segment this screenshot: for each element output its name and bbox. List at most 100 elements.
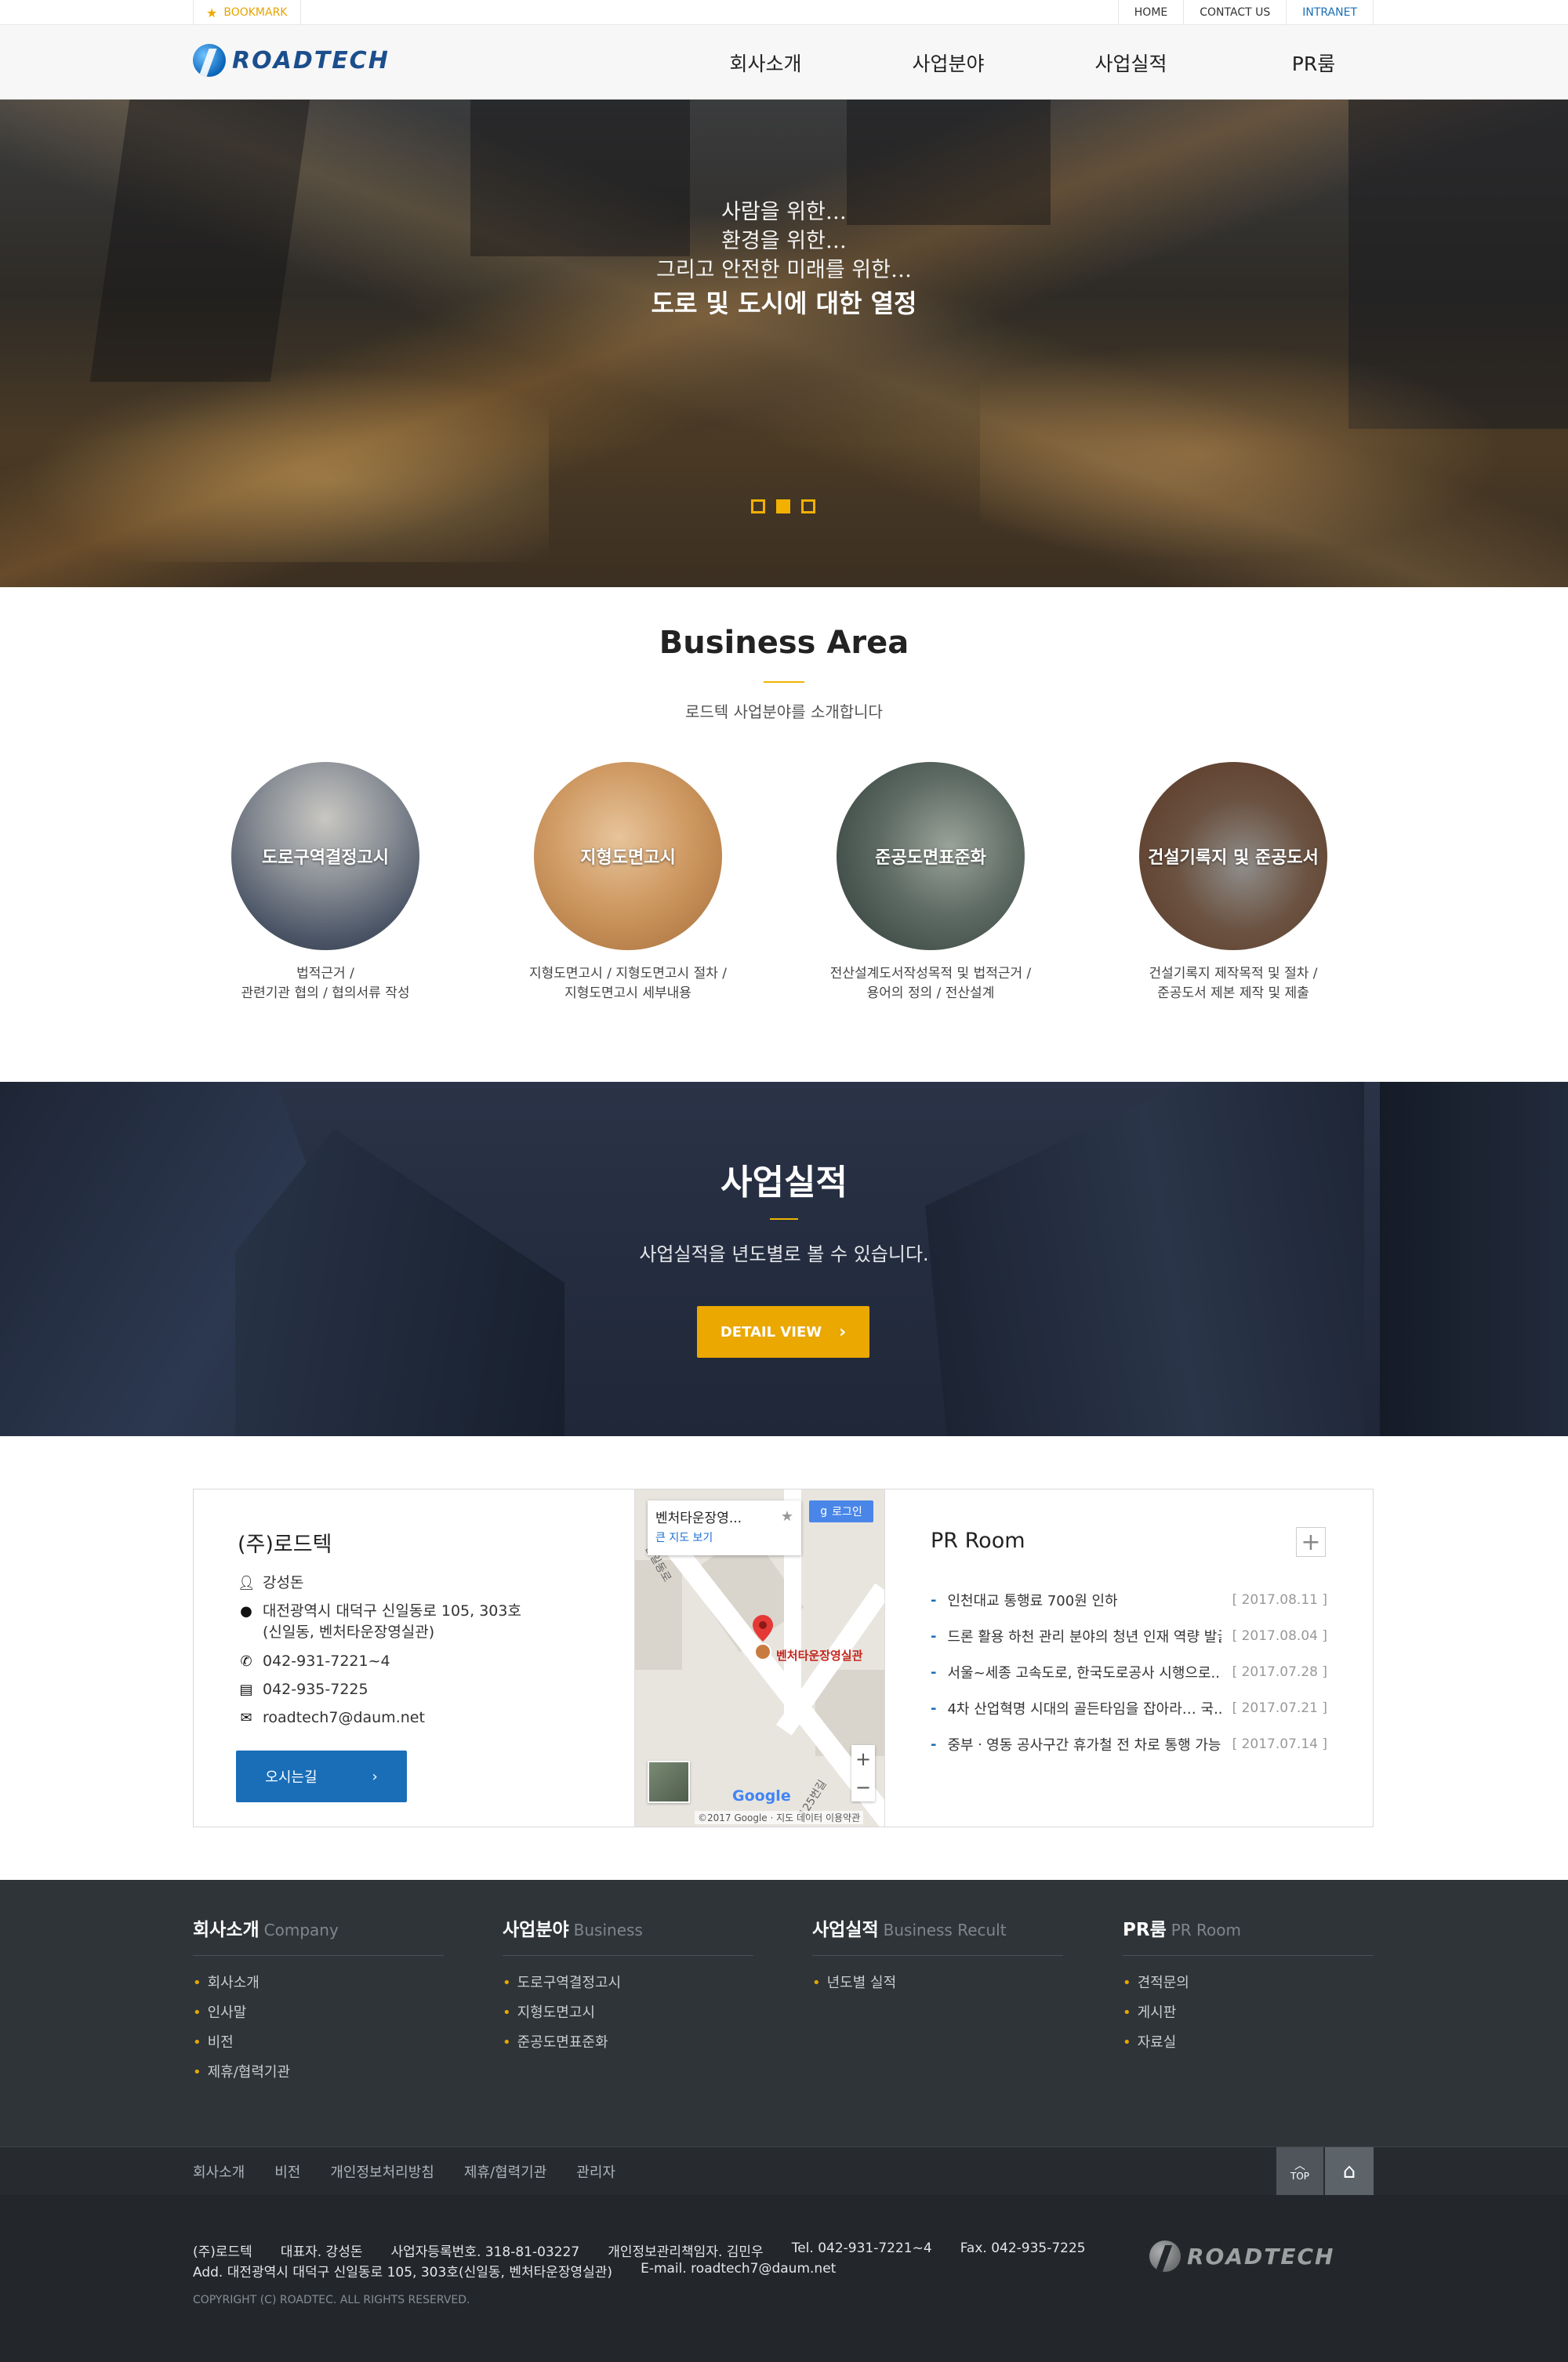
footer-nav-company[interactable]: 회사소개 xyxy=(193,2161,245,2182)
footer-link[interactable]: 년도별 실적 xyxy=(812,1968,1063,1998)
nav-item-performance[interactable]: 사업실적 xyxy=(1040,25,1222,100)
person-icon: 👤︎ xyxy=(238,1575,256,1591)
footer-info-text: E-mail. roadtech7@daum.net xyxy=(641,2261,837,2277)
footer-col-business: 사업분야Business 도로구역결정고시 지형도면고시 준공도면표준화 xyxy=(503,1914,753,2058)
chevron-up-icon: ︿ xyxy=(1294,2160,1305,2172)
footer-nav-admin[interactable]: 관리자 xyxy=(576,2161,615,2182)
news-item[interactable]: - 중부ㆍ영동 공사구간 휴가철 전 차로 통행 가능 [ 2017.07.14 ] xyxy=(931,1726,1327,1762)
business-area-section: Business Area 로드텍 사업분야를 소개합니다 도로구역결정고시 법… xyxy=(0,587,1568,1082)
performance-subtitle: 사업실적을 년도별로 볼 수 있습니다. xyxy=(639,1243,929,1265)
desc-line: 전산설계도서작성목적 및 법적근거 / xyxy=(829,966,1032,981)
business-item-desc: 전산설계도서작성목적 및 법적근거 / 용어의 정의 / 전산설계 xyxy=(779,964,1082,1003)
footer-link[interactable]: 제휴/협력기관 xyxy=(193,2058,444,2088)
desc-line: 건설기록지 제작목적 및 절차 / xyxy=(1149,966,1318,981)
footer-nav-partners[interactable]: 제휴/협력기관 xyxy=(464,2161,546,2182)
home-icon: ⌂ xyxy=(1342,2160,1356,2183)
map-login-button[interactable]: g 로그인 xyxy=(809,1500,873,1522)
directions-button[interactable]: 오시는길 › xyxy=(236,1751,407,1802)
desc-line: 준공도서 제본 제작 및 제출 xyxy=(1157,985,1309,1001)
nav-item-company[interactable]: 회사소개 xyxy=(674,25,857,100)
contact-us-link[interactable]: CONTACT US xyxy=(1183,0,1286,25)
business-item-image: 준공도면표준화 xyxy=(837,762,1025,950)
utility-links: HOME CONTACT US INTRANET xyxy=(1117,0,1374,25)
logo-mark-icon xyxy=(193,44,226,77)
home-button[interactable]: ⌂ xyxy=(1325,2147,1374,2196)
utility-bar: ★ BOOKMARK HOME CONTACT US INTRANET xyxy=(0,0,1568,25)
performance-section: 사업실적 사업실적을 년도별로 볼 수 있습니다. DETAIL VIEW › xyxy=(0,1082,1568,1436)
footer-link[interactable]: 지형도면고시 xyxy=(503,1998,753,2028)
footer-link[interactable]: 도로구역결정고시 xyxy=(503,1968,753,1998)
site-logo[interactable]: ROADTECH xyxy=(193,44,390,77)
footer-nav-vision[interactable]: 비전 xyxy=(274,2161,300,2182)
map-zoom-control: + − xyxy=(851,1745,875,1801)
map-bigger-link[interactable]: 큰 지도 보기 xyxy=(655,1529,793,1545)
map-satellite-toggle[interactable] xyxy=(648,1761,690,1803)
news-date: [ 2017.07.28 ] xyxy=(1232,1664,1327,1680)
business-item-image: 지형도면고시 xyxy=(534,762,722,950)
nav-item-business[interactable]: 사업분야 xyxy=(857,25,1040,100)
pr-more-button[interactable]: + xyxy=(1296,1527,1326,1557)
footer-nav: 회사소개 비전 개인정보처리방침 제휴/협력기관 관리자 ︿ TOP ⌂ xyxy=(0,2146,1568,2196)
phone-icon: ✆ xyxy=(240,1653,252,1670)
footer-link[interactable]: 자료실 xyxy=(1123,2028,1374,2058)
map-login-label: 로그인 xyxy=(832,1506,862,1518)
company-fax: 042-935-7225 xyxy=(263,1681,368,1698)
footer-copyright: COPYRIGHT (C) ROADTEC. ALL RIGHTS RESERV… xyxy=(193,2294,470,2306)
slider-dot-1[interactable] xyxy=(751,499,765,513)
footer-link[interactable]: 게시판 xyxy=(1123,1998,1374,2028)
footer-col-performance: 사업실적Business Recult 년도별 실적 xyxy=(812,1914,1063,1998)
bookmark-link[interactable]: ★ BOOKMARK xyxy=(193,0,301,25)
map-pin-icon[interactable] xyxy=(753,1615,773,1642)
business-area-subtitle: 로드텍 사업분야를 소개합니다 xyxy=(685,702,883,721)
footer-logo-text: ROADTECH xyxy=(1187,2243,1335,2269)
business-item-drawing-standard[interactable]: 준공도면표준화 전산설계도서작성목적 및 법적근거 / 용어의 정의 / 전산설… xyxy=(779,762,1082,1003)
business-item-desc: 법적근거 / 관련기관 협의 / 협의서류 작성 xyxy=(174,964,477,1003)
business-item-desc: 건설기록지 제작목적 및 절차 / 준공도서 제본 제작 및 제출 xyxy=(1082,964,1385,1003)
footer-link[interactable]: 견적문의 xyxy=(1123,1968,1374,1998)
intranet-link[interactable]: INTRANET xyxy=(1286,0,1374,25)
footer-info-text: 대표자. 강성돈 xyxy=(280,2244,363,2260)
zoom-out-button[interactable]: − xyxy=(851,1773,875,1801)
footer-link[interactable]: 인사말 xyxy=(193,1998,444,2028)
footer-sitemap: 회사소개Company 회사소개 인사말 비전 제휴/협력기관 사업분야Busi… xyxy=(0,1880,1568,2146)
news-title: 드론 활용 하천 관리 분야의 청년 인재 역량 발굴 xyxy=(947,1629,1221,1645)
news-item[interactable]: - 서울~세종 고속도로, 한국도로공사 시행으로... [ 2017.07.28 … xyxy=(931,1654,1327,1690)
bookmark-label: BOOKMARK xyxy=(223,6,288,19)
business-item-construction-record[interactable]: 건설기록지 및 준공도서 건설기록지 제작목적 및 절차 / 준공도서 제본 제… xyxy=(1082,762,1385,1003)
business-area-title: Business Area xyxy=(659,625,909,661)
business-item-label: 준공도면표준화 xyxy=(875,848,986,868)
home-link[interactable]: HOME xyxy=(1117,0,1183,25)
pin-icon: ● xyxy=(240,1603,252,1620)
zoom-in-button[interactable]: + xyxy=(851,1745,875,1773)
footer-link[interactable]: 비전 xyxy=(193,2028,444,2058)
footer-col-title-en: Business Recult xyxy=(883,1921,1007,1939)
company-email[interactable]: roadtech7@daum.net xyxy=(263,1707,425,1729)
news-item[interactable]: - 인천대교 통행료 700원 인하 [ 2017.08.11 ] xyxy=(931,1582,1327,1618)
footer-col-title-en: Business xyxy=(573,1921,643,1939)
slider-dot-3[interactable] xyxy=(801,499,815,513)
company-name: (주)로드텍 xyxy=(238,1533,332,1557)
business-item-label: 도로구역결정고시 xyxy=(262,848,389,868)
star-icon[interactable]: ★ xyxy=(781,1508,793,1525)
news-date: [ 2017.08.04 ] xyxy=(1232,1628,1327,1644)
business-item-topographic[interactable]: 지형도면고시 지형도면고시 / 지형도면고시 절차 / 지형도면고시 세부내용 xyxy=(477,762,779,1003)
news-title: 중부ㆍ영동 공사구간 휴가철 전 차로 통행 가능 xyxy=(947,1737,1221,1754)
main-nav: 회사소개 사업분야 사업실적 PR룸 xyxy=(674,25,1405,100)
hero-headline: 도로 및 도시에 대한 열정 xyxy=(651,288,917,318)
news-item[interactable]: -4차 산업혁명 시대의 골든타임을 잡아라… 국... [ 2017.07.21… xyxy=(931,1690,1327,1726)
news-item[interactable]: - 드론 활용 하천 관리 분야의 청년 인재 역량 발굴 [ 2017.08.04… xyxy=(931,1618,1327,1654)
scroll-top-button[interactable]: ︿ TOP xyxy=(1276,2147,1323,2196)
detail-view-label: DETAIL VIEW xyxy=(720,1323,822,1341)
footer-nav-privacy[interactable]: 개인정보처리방침 xyxy=(330,2161,434,2182)
location-map[interactable]: 신일동로 125번길 벤처타운장영... 큰 지도 보기 ★ g 로그인 벤처타… xyxy=(634,1489,885,1827)
footer-link[interactable]: 회사소개 xyxy=(193,1968,444,1998)
desc-line: 지형도면고시 세부내용 xyxy=(564,985,691,1001)
detail-view-button[interactable]: DETAIL VIEW › xyxy=(697,1306,869,1358)
pr-news-list: - 인천대교 통행료 700원 인하[ 2017.08.11 ] - 드론 활용 하… xyxy=(931,1582,1327,1762)
site-header: ROADTECH 회사소개 사업분야 사업실적 PR룸 xyxy=(0,25,1568,100)
nav-item-pr-room[interactable]: PR룸 xyxy=(1222,25,1405,100)
footer-link[interactable]: 준공도면표준화 xyxy=(503,2028,753,2058)
business-item-road-zone[interactable]: 도로구역결정고시 법적근거 / 관련기관 협의 / 협의서류 작성 xyxy=(174,762,477,1003)
hero-line-3: 그리고 안전한 미래를 위한… xyxy=(656,258,912,282)
slider-dot-2[interactable] xyxy=(776,499,790,513)
